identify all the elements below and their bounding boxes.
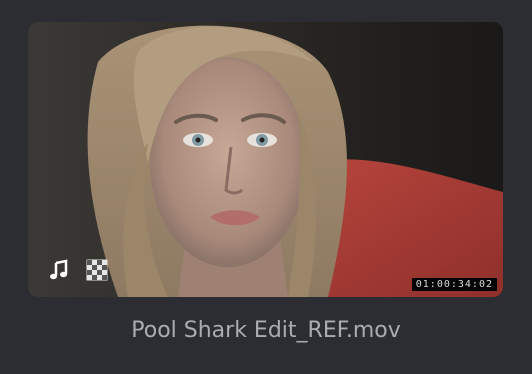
media-clip-card[interactable]: 01:00:34:02 Pool Shark Edit_REF.mov bbox=[0, 0, 532, 374]
timecode-label: 01:00:34:02 bbox=[411, 278, 497, 291]
clip-thumbnail[interactable]: 01:00:34:02 bbox=[28, 22, 503, 297]
music-note-icon bbox=[48, 259, 70, 281]
thumbnail-image bbox=[28, 22, 503, 297]
clip-filename[interactable]: Pool Shark Edit_REF.mov bbox=[0, 318, 532, 343]
checkerboard-alpha-icon bbox=[86, 259, 108, 281]
